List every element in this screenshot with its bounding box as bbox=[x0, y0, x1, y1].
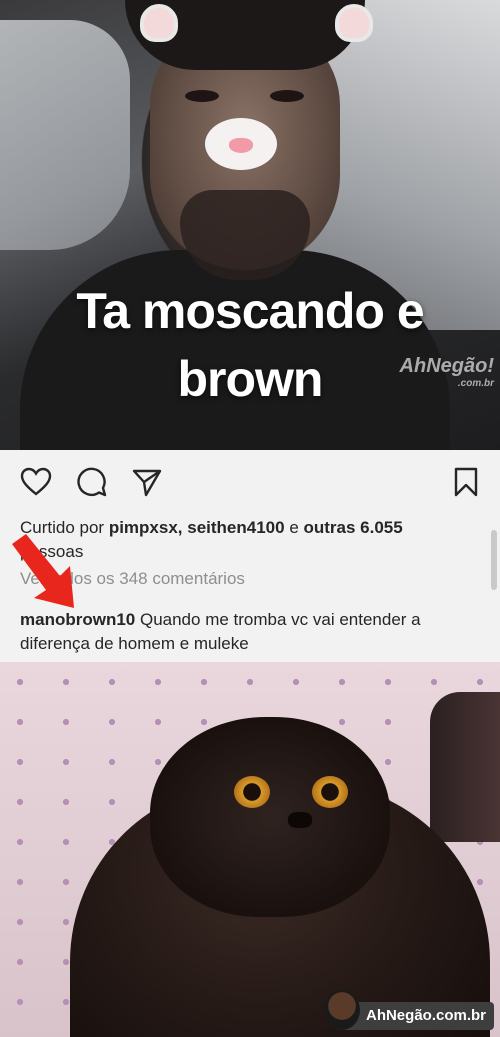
comment-username[interactable]: manobrown10 bbox=[20, 610, 135, 629]
caption-line-1: Ta moscando e bbox=[76, 283, 424, 339]
bookmark-icon[interactable] bbox=[450, 466, 482, 498]
post-actions-bar bbox=[0, 450, 500, 512]
bunny-ear-filter bbox=[140, 4, 178, 42]
share-icon[interactable] bbox=[131, 466, 163, 498]
pillow bbox=[0, 20, 130, 250]
cat-nose bbox=[288, 812, 312, 828]
cat-eye bbox=[234, 776, 270, 808]
cat-head bbox=[150, 717, 390, 917]
watermark: AhNegão! .com.br bbox=[400, 355, 494, 389]
watermark-badge: AhNegão.com.br bbox=[323, 990, 494, 1030]
eye bbox=[185, 90, 219, 102]
watermark-text: AhNegão.com.br bbox=[365, 1007, 486, 1024]
scrollbar[interactable] bbox=[491, 530, 497, 590]
eye bbox=[270, 90, 304, 102]
likes-others-count[interactable]: outras 6.055 bbox=[304, 518, 403, 537]
red-arrow-annotation bbox=[12, 534, 74, 608]
liked-by-users[interactable]: pimpxsx, seithen4100 bbox=[109, 518, 285, 537]
heart-icon[interactable] bbox=[20, 466, 52, 498]
likes-connector: e bbox=[284, 518, 304, 537]
caption-comment: manobrown10 Quando me tromba vc vai ente… bbox=[20, 608, 490, 656]
bunny-nose-filter bbox=[205, 118, 277, 170]
watermark-text: AhNegão! bbox=[399, 355, 494, 377]
comment-icon[interactable] bbox=[76, 466, 108, 498]
post-photo-selfie[interactable]: Ta moscando e brown AhNegão! .com.br bbox=[0, 0, 500, 450]
bunny-ear-filter bbox=[335, 4, 373, 42]
chair bbox=[430, 692, 500, 842]
watermark-sub: .com.br bbox=[457, 378, 494, 389]
mascot-icon bbox=[323, 990, 360, 1030]
post-photo-cat[interactable]: AhNegão.com.br bbox=[0, 662, 500, 1037]
cat-eye bbox=[312, 776, 348, 808]
